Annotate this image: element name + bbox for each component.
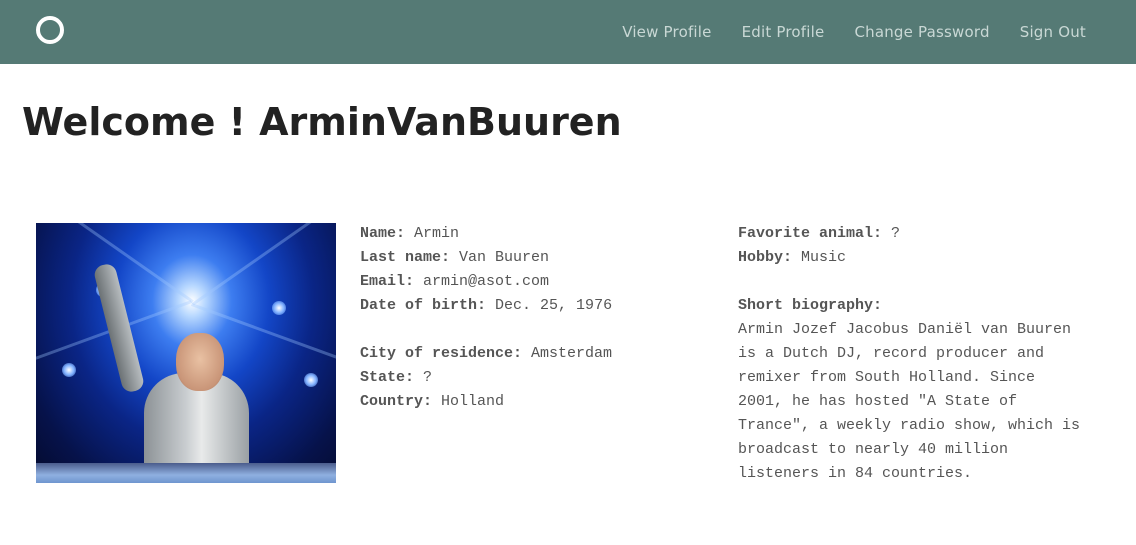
email-row: Email: armin@asot.com	[360, 273, 550, 290]
nav-view-profile[interactable]: View Profile	[622, 23, 711, 41]
lastname-row: Last name: Van Buuren	[360, 249, 550, 266]
hobby-row: Hobby: Music	[738, 249, 847, 266]
navbar: View Profile Edit Profile Change Passwor…	[0, 0, 1136, 64]
state-row: State: ?	[360, 369, 433, 386]
city-value: Amsterdam	[531, 345, 613, 362]
profile-details-right: Favorite animal: ? Hobby: Music Short bi…	[738, 222, 1088, 486]
dob-row: Date of birth: Dec. 25, 1976	[360, 297, 613, 314]
circle-logo-icon[interactable]	[36, 16, 64, 44]
animal-value: ?	[891, 225, 901, 242]
page-title: Welcome ! ArminVanBuuren	[22, 100, 622, 144]
dj-deck	[36, 463, 336, 483]
bio-text: Armin Jozef Jacobus Daniël van Buuren is…	[738, 321, 1081, 482]
bio-label: Short biography:	[738, 297, 883, 314]
name-row: Name: Armin	[360, 225, 460, 242]
nav-links: View Profile Edit Profile Change Passwor…	[592, 0, 1086, 64]
state-value: ?	[423, 369, 433, 386]
country-row: Country: Holland	[360, 393, 505, 410]
nav-sign-out[interactable]: Sign Out	[1020, 23, 1086, 41]
person-head	[176, 333, 224, 391]
hobby-value: Music	[801, 249, 847, 266]
country-value: Holland	[441, 393, 505, 410]
animal-row: Favorite animal: ?	[738, 225, 901, 242]
nav-change-password[interactable]: Change Password	[854, 23, 989, 41]
name-value: Armin	[414, 225, 460, 242]
profile-photo	[36, 223, 336, 483]
city-row: City of residence: Amsterdam	[360, 345, 613, 362]
nav-edit-profile[interactable]: Edit Profile	[742, 23, 825, 41]
email-value: armin@asot.com	[423, 273, 550, 290]
lastname-value: Van Buuren	[459, 249, 550, 266]
dob-value: Dec. 25, 1976	[495, 297, 613, 314]
profile-details-left: Name: Armin Last name: Van Buuren Email:…	[360, 222, 720, 414]
person-arm	[92, 262, 146, 394]
